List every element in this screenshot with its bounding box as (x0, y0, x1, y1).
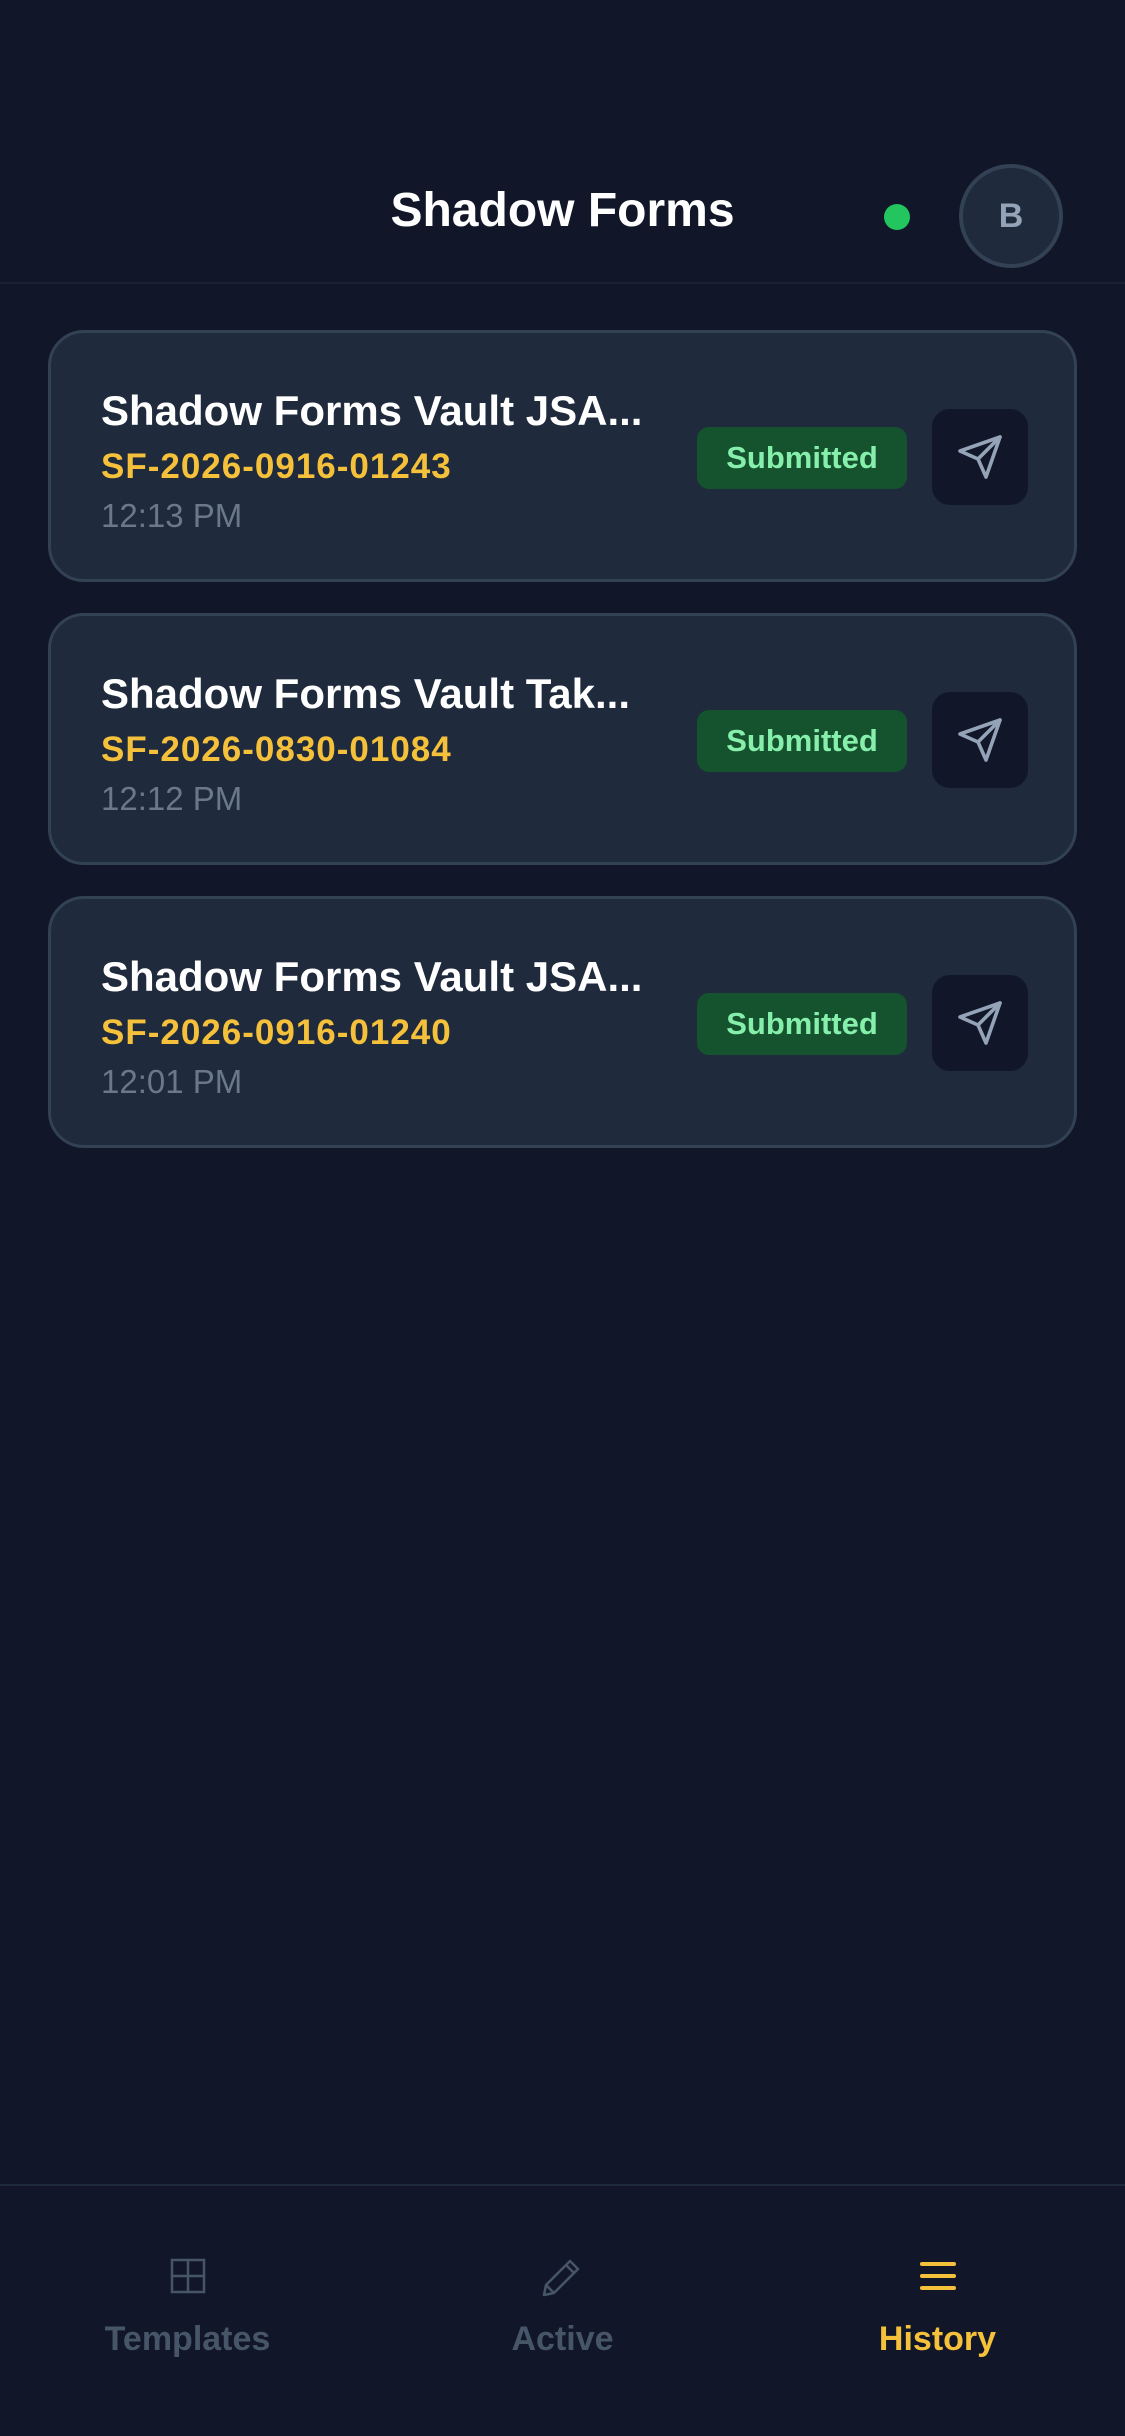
send-icon (958, 718, 1002, 762)
app-screen: Shadow Forms B Shadow Forms Vault JSA...… (0, 0, 1125, 2436)
form-title: Shadow Forms Vault JSA... (101, 387, 643, 434)
status-badge: Submitted (697, 993, 907, 1055)
status-badge: Submitted (697, 427, 907, 489)
form-id: SF-2026-0916-01240 (101, 1013, 452, 1052)
form-title: Shadow Forms Vault JSA... (101, 953, 643, 1000)
grid-icon (0, 2246, 375, 2306)
form-time: 12:13 PM (101, 497, 243, 534)
history-card[interactable]: Shadow Forms Vault JSA... SF-2026-0916-0… (48, 330, 1077, 582)
avatar-initial: B (998, 196, 1024, 235)
online-status-indicator (884, 204, 910, 230)
history-card[interactable]: Shadow Forms Vault JSA... SF-2026-0916-0… (48, 896, 1077, 1148)
tab-label: Templates (104, 2320, 271, 2358)
form-time: 12:01 PM (101, 1063, 243, 1100)
page-title: Shadow Forms (390, 184, 735, 237)
form-id: SF-2026-0830-01084 (101, 730, 452, 769)
send-icon (958, 1001, 1002, 1045)
bottom-nav: Templates Active History (0, 2184, 1125, 2436)
send-button[interactable] (932, 975, 1028, 1071)
tab-label: History (878, 2320, 997, 2358)
tab-label: Active (511, 2320, 614, 2358)
form-title: Shadow Forms Vault Tak... (101, 670, 630, 717)
status-badge: Submitted (697, 710, 907, 772)
form-id: SF-2026-0916-01243 (101, 447, 452, 486)
send-button[interactable] (932, 692, 1028, 788)
send-button[interactable] (932, 409, 1028, 505)
avatar[interactable]: B (959, 164, 1063, 268)
app-header: Shadow Forms B (0, 0, 1125, 284)
send-icon (958, 435, 1002, 479)
list-icon (750, 2246, 1125, 2306)
pencil-icon (375, 2246, 750, 2306)
tab-history[interactable]: History (750, 2186, 1125, 2386)
form-time: 12:12 PM (101, 780, 243, 817)
tab-active[interactable]: Active (375, 2186, 750, 2386)
tab-templates[interactable]: Templates (0, 2186, 375, 2386)
history-card[interactable]: Shadow Forms Vault Tak... SF-2026-0830-0… (48, 613, 1077, 865)
